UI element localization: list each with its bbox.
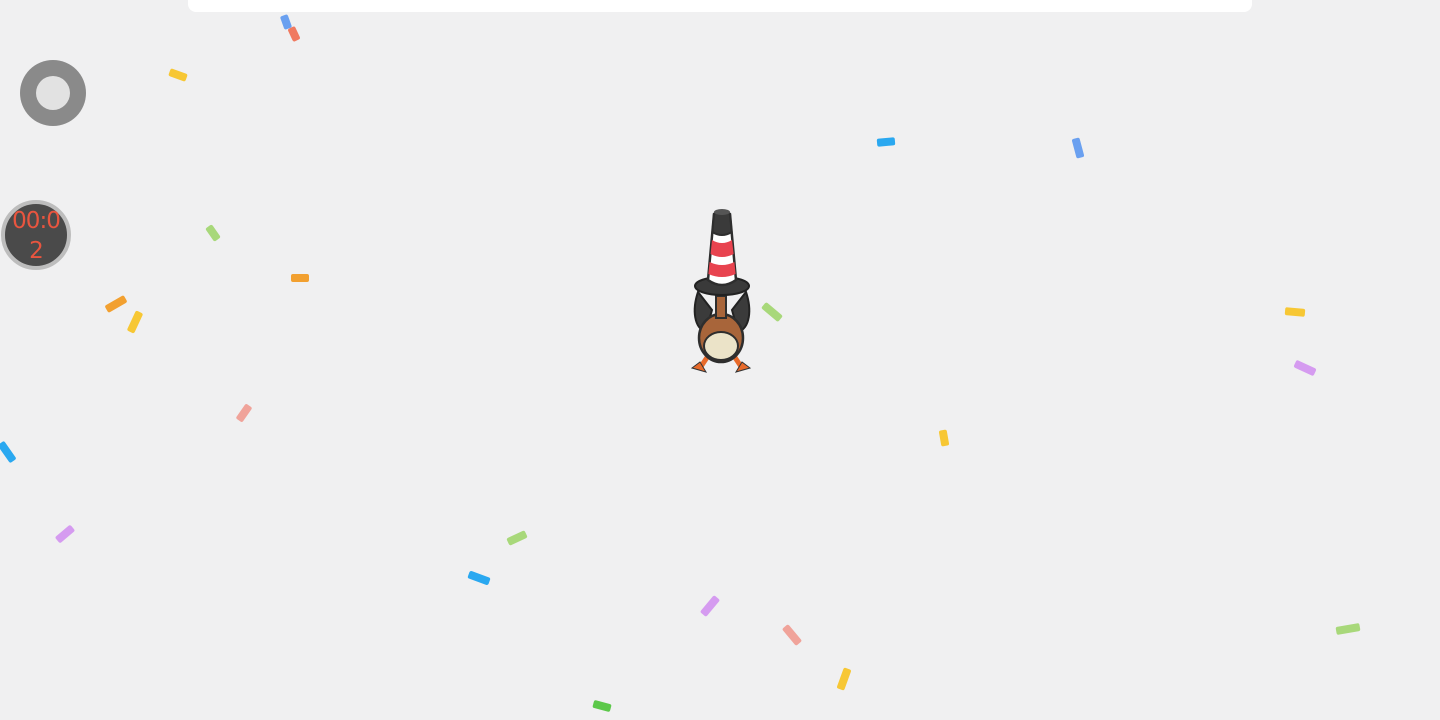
confetti-piece xyxy=(467,570,491,586)
confetti-piece xyxy=(168,68,188,82)
timer-text: 00:02 xyxy=(12,208,61,264)
goose-with-cone-sprite xyxy=(690,209,752,373)
timer-badge: 00:02 xyxy=(1,200,71,270)
top-bar xyxy=(188,0,1252,12)
confetti-piece xyxy=(1284,307,1306,317)
confetti-piece xyxy=(0,440,17,464)
confetti-piece xyxy=(287,25,301,43)
confetti-piece xyxy=(279,14,293,30)
confetti-piece xyxy=(938,429,950,447)
confetti-piece xyxy=(781,624,803,646)
confetti-piece xyxy=(126,310,144,334)
confetti-piece xyxy=(592,699,612,713)
confetti-piece xyxy=(1071,137,1085,159)
confetti-piece xyxy=(699,595,721,617)
confetti-piece xyxy=(54,524,76,544)
confetti-piece xyxy=(836,667,852,691)
confetti-piece xyxy=(205,224,221,242)
confetti-piece xyxy=(235,403,253,423)
game-canvas[interactable]: 00:02 xyxy=(0,0,1440,720)
ring-button-center xyxy=(36,76,70,110)
confetti-piece xyxy=(506,530,528,546)
confetti-piece xyxy=(1335,622,1361,636)
confetti-piece xyxy=(104,295,128,313)
goose-player xyxy=(672,200,772,390)
confetti-piece xyxy=(1293,359,1317,377)
confetti-piece xyxy=(876,137,896,147)
jump-button[interactable] xyxy=(20,60,86,126)
confetti-piece xyxy=(291,274,309,282)
